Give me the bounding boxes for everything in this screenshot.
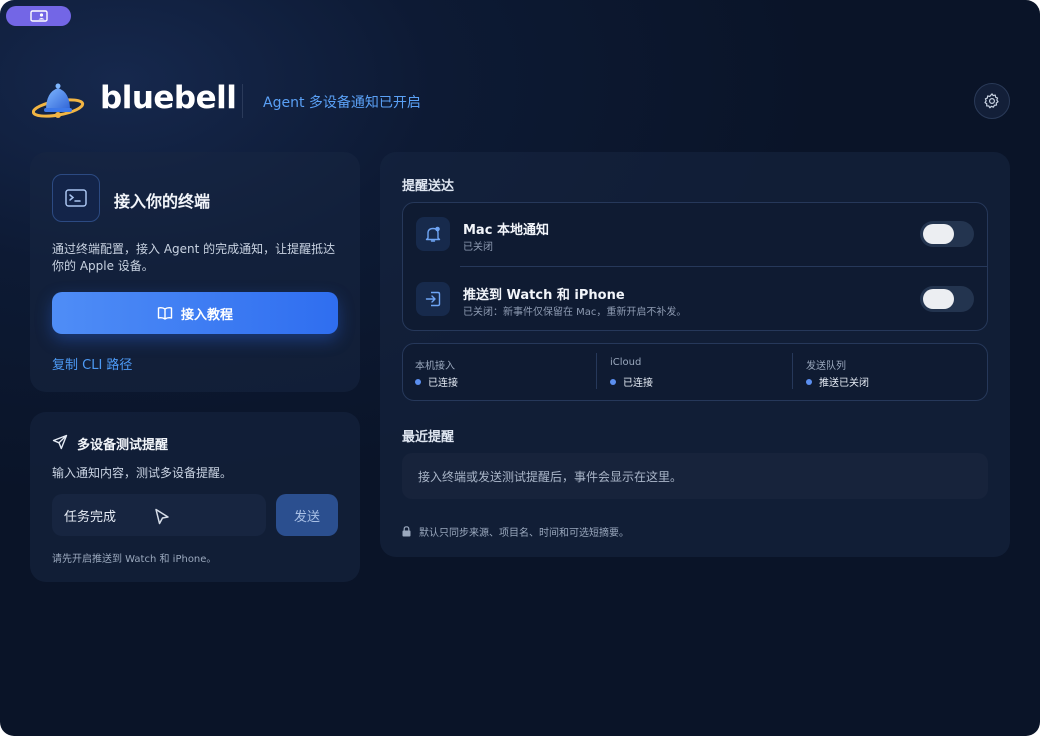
screen-user-icon	[29, 10, 48, 22]
bell-icon	[425, 226, 441, 242]
status-dot	[610, 378, 616, 385]
push-toggle[interactable]	[920, 286, 974, 312]
gear-icon	[984, 93, 999, 109]
privacy-note: 默认只同步来源、项目名、时间和可选短摘要。	[402, 524, 629, 539]
terminal-icon-tile	[52, 174, 100, 222]
recent-empty-state: 接入终端或发送测试提醒后，事件会显示在这里。	[402, 453, 988, 499]
privacy-note-text: 默认只同步来源、项目名、时间和可选短摘要。	[419, 528, 629, 539]
mac-notify-title: Mac 本地通知	[463, 223, 549, 238]
status-dot	[415, 378, 421, 385]
copy-cli-link[interactable]: 复制 CLI 路径	[52, 354, 132, 373]
mac-notify-toggle[interactable]	[920, 221, 974, 247]
status-icloud-value: 已连接	[610, 374, 653, 389]
mouse-pointer-icon	[155, 508, 169, 525]
push-title: 推送到 Watch 和 iPhone	[463, 288, 625, 303]
window-badge[interactable]	[6, 6, 71, 26]
push-icon-tile	[416, 282, 450, 316]
tutorial-button-label: 接入教程	[180, 307, 233, 323]
terminal-card-title: 接入你的终端	[114, 192, 211, 211]
send-button[interactable]: 发送	[276, 494, 338, 536]
push-subtitle: 已关闭：新事件仅保留在 Mac，重新开启不补发。	[463, 307, 687, 318]
terminal-icon	[65, 189, 87, 207]
push-toggle-knob	[923, 289, 954, 309]
app-name: bluebell	[100, 80, 237, 116]
lock-icon	[402, 526, 411, 537]
header-status: Agent 多设备通知已开启	[263, 95, 421, 111]
paper-plane-icon	[52, 434, 68, 450]
mac-notify-toggle-knob	[923, 224, 954, 244]
status-queue-value: 推送已关闭	[806, 374, 869, 389]
mac-notify-icon-tile	[416, 217, 450, 251]
status-queue-text: 推送已关闭	[819, 378, 869, 389]
status-separator	[792, 353, 793, 389]
book-icon	[157, 306, 173, 320]
connection-status-panel	[402, 343, 988, 401]
terminal-card-description: 通过终端配置，接入 Agent 的完成通知，让提醒抵达你的 Apple 设备。	[52, 242, 336, 273]
mac-notify-subtitle: 已关闭	[463, 242, 493, 253]
test-card-title: 多设备测试提醒	[77, 438, 169, 453]
recent-section-title: 最近提醒	[402, 430, 455, 445]
status-queue-label: 发送队列	[806, 361, 846, 372]
status-icloud-label: iCloud	[610, 357, 642, 368]
login-arrow-icon	[425, 291, 441, 307]
status-local-value: 已连接	[415, 374, 458, 389]
status-separator	[596, 353, 597, 389]
header-divider	[242, 84, 243, 118]
status-icloud-text: 已连接	[623, 378, 653, 389]
test-hint: 请先开启推送到 Watch 和 iPhone。	[52, 554, 217, 565]
test-card-description: 输入通知内容，测试多设备提醒。	[52, 466, 233, 480]
row-divider	[460, 266, 988, 267]
app-window: bluebell Agent 多设备通知已开启 接入你的终端 通过终端配置，接入…	[0, 0, 1040, 736]
status-dot	[806, 378, 812, 385]
status-local-label: 本机接入	[415, 361, 455, 372]
tutorial-button[interactable]: 接入教程	[52, 292, 338, 334]
bell-planet-logo	[32, 83, 85, 118]
delivery-section-title: 提醒送达	[402, 179, 455, 194]
settings-button[interactable]	[974, 83, 1010, 119]
status-local-text: 已连接	[428, 378, 458, 389]
